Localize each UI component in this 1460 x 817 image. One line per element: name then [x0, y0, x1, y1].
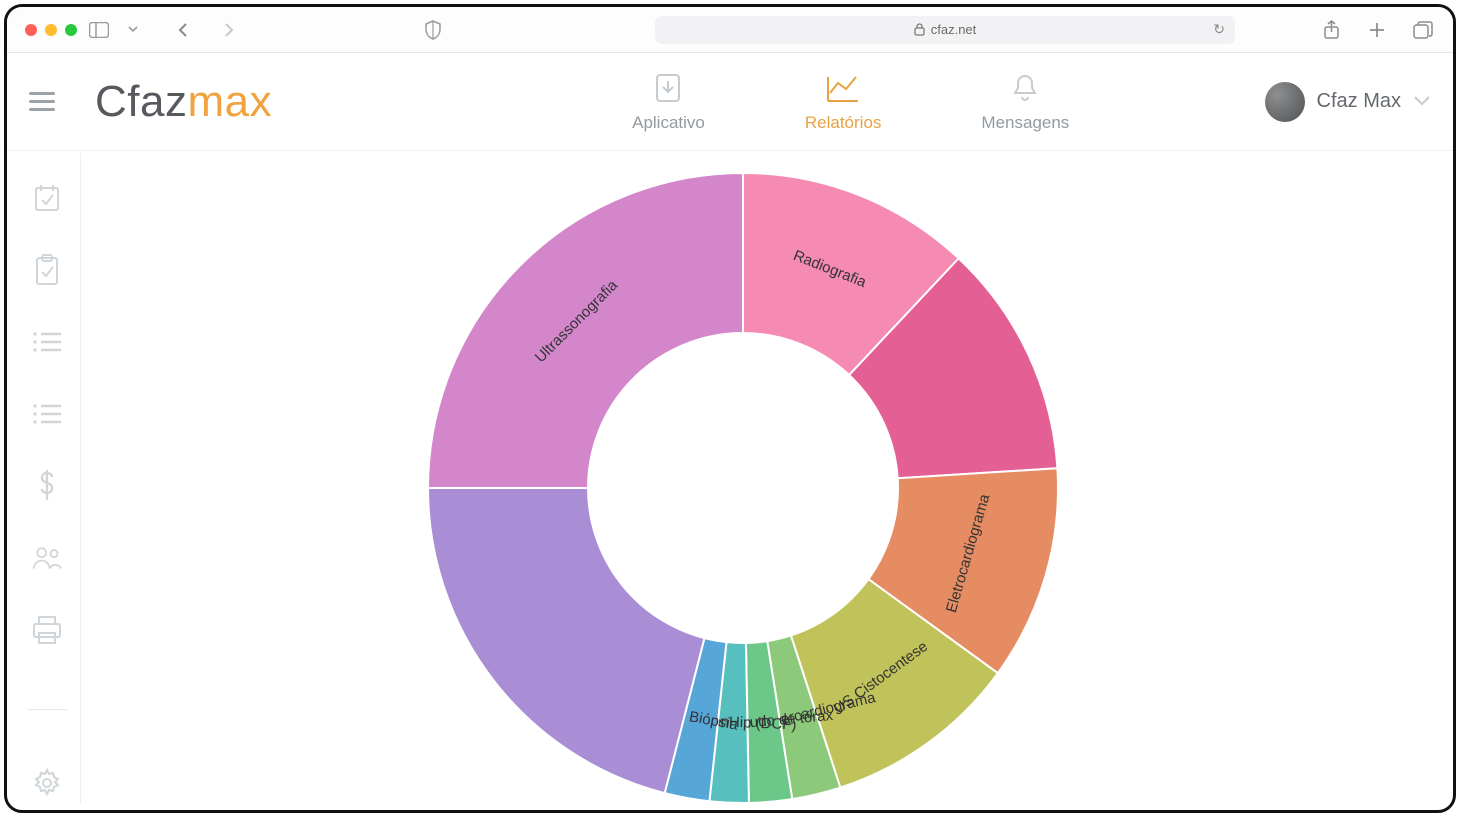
- chevron-down-icon: [1413, 90, 1431, 113]
- menu-button[interactable]: [29, 86, 61, 118]
- donut-slice[interactable]: [428, 488, 704, 793]
- left-rail: [13, 153, 81, 804]
- minimize-window-button[interactable]: [45, 24, 57, 36]
- bell-icon: [1008, 71, 1042, 105]
- rail-separator: [27, 709, 67, 710]
- nav-buttons: [171, 18, 241, 42]
- sidebar-toggle-icon[interactable]: [87, 18, 111, 42]
- back-button[interactable]: [171, 18, 195, 42]
- shield-icon[interactable]: [421, 18, 445, 42]
- app-header: Cfazmax Aplicativo Relatórios Mensagens: [7, 53, 1453, 151]
- close-window-button[interactable]: [25, 24, 37, 36]
- logo-accent: max: [187, 77, 272, 126]
- browser-toolbar: cfaz.net ↻: [7, 7, 1453, 53]
- share-icon[interactable]: [1319, 18, 1343, 42]
- top-nav: Aplicativo Relatórios Mensagens: [632, 71, 1069, 133]
- traffic-lights: [25, 24, 77, 36]
- calendar-check-icon[interactable]: [32, 183, 62, 213]
- chart-area: RadiografiaEletrocardiogramaUS Cistocent…: [83, 153, 1447, 804]
- logo-main: Cfaz: [95, 77, 187, 126]
- url-text: cfaz.net: [931, 22, 977, 37]
- chart-icon: [826, 71, 860, 105]
- address-bar[interactable]: cfaz.net ↻: [655, 16, 1235, 44]
- nav-label: Mensagens: [981, 113, 1069, 133]
- logo[interactable]: Cfazmax: [95, 77, 272, 127]
- user-name: Cfaz Max: [1317, 90, 1401, 113]
- browser-window: cfaz.net ↻ Cfazmax: [4, 4, 1456, 813]
- clipboard-check-icon[interactable]: [32, 255, 62, 285]
- nav-mensagens[interactable]: Mensagens: [981, 71, 1069, 133]
- lock-icon: [914, 23, 925, 36]
- new-tab-icon[interactable]: [1365, 18, 1389, 42]
- list-icon-2[interactable]: [32, 399, 62, 429]
- user-menu[interactable]: Cfaz Max: [1265, 82, 1431, 122]
- printer-icon[interactable]: [32, 615, 62, 645]
- chevron-down-icon[interactable]: [121, 18, 145, 42]
- avatar: [1265, 82, 1305, 122]
- nav-label: Aplicativo: [632, 113, 705, 133]
- forward-button[interactable]: [217, 18, 241, 42]
- donut-slice[interactable]: [428, 173, 743, 488]
- gear-icon[interactable]: [32, 768, 62, 798]
- donut-chart: RadiografiaEletrocardiogramaUS Cistocent…: [413, 168, 1073, 813]
- download-icon: [651, 71, 685, 105]
- nav-aplicativo[interactable]: Aplicativo: [632, 71, 705, 133]
- reload-icon[interactable]: ↻: [1213, 21, 1225, 38]
- nav-label: Relatórios: [805, 113, 882, 133]
- list-icon[interactable]: [32, 327, 62, 357]
- maximize-window-button[interactable]: [65, 24, 77, 36]
- tabs-icon[interactable]: [1411, 18, 1435, 42]
- nav-relatorios[interactable]: Relatórios: [805, 71, 882, 133]
- users-icon[interactable]: [32, 543, 62, 573]
- dollar-icon[interactable]: [32, 471, 62, 501]
